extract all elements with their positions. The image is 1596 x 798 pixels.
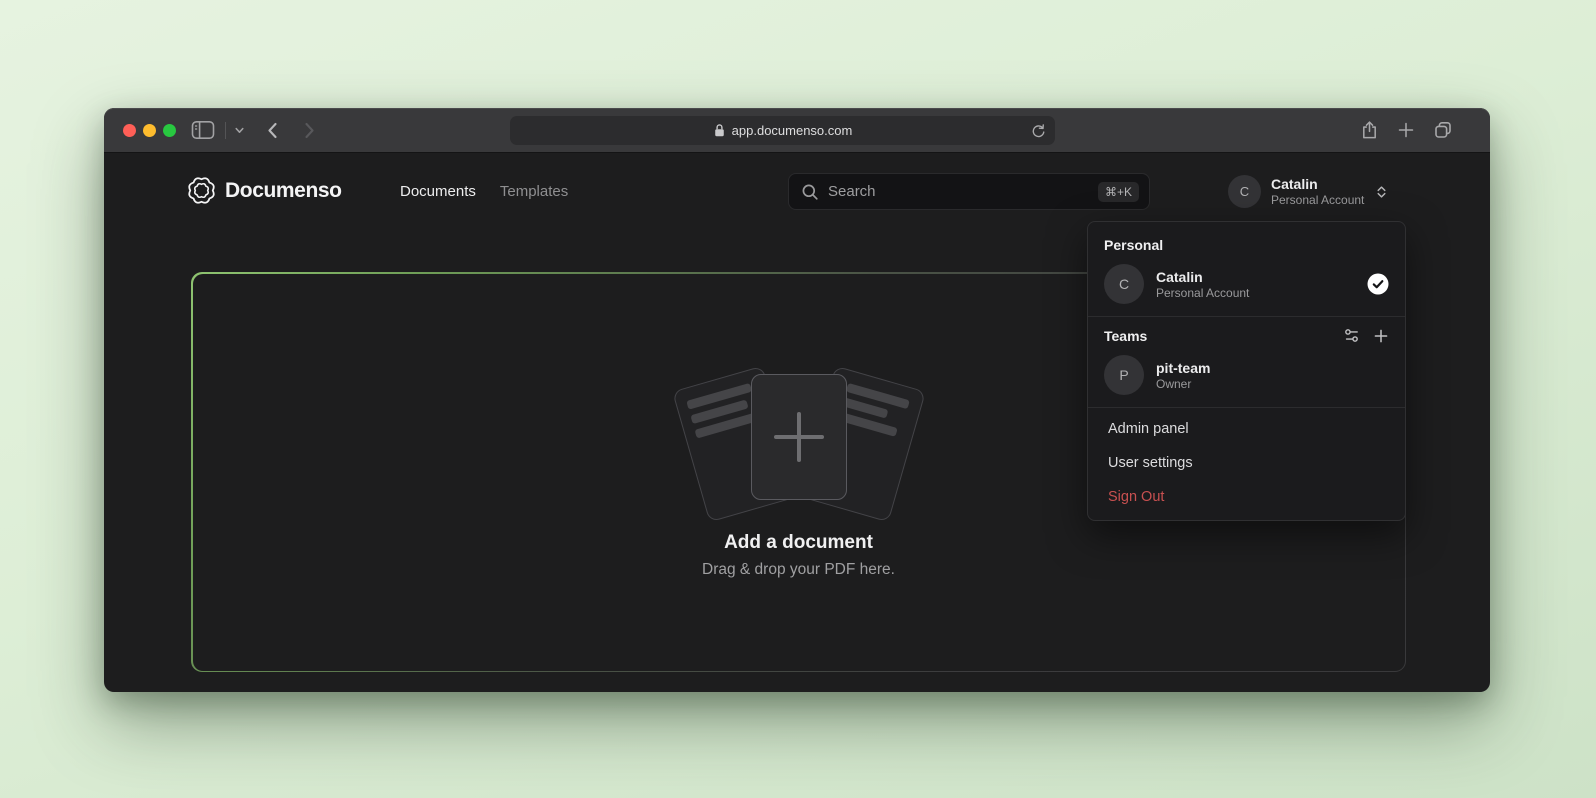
- account-name: Catalin: [1271, 176, 1364, 193]
- search-icon: [801, 183, 819, 201]
- address-bar[interactable]: app.documenso.com: [510, 116, 1055, 145]
- tab-group-chevron-button[interactable]: [231, 123, 247, 138]
- team-name: pit-team: [1156, 360, 1389, 377]
- personal-section-header: Personal: [1088, 231, 1405, 260]
- account-menu-trigger[interactable]: C Catalin Personal Account: [1228, 175, 1389, 208]
- personal-header-label: Personal: [1104, 237, 1163, 253]
- manage-teams-button[interactable]: [1343, 327, 1360, 344]
- add-document-plus-icon: [774, 412, 824, 462]
- brand-name: Documenso: [225, 179, 342, 203]
- teams-header-label: Teams: [1104, 328, 1147, 344]
- nav-link-templates[interactable]: Templates: [500, 183, 568, 200]
- zoom-window-button[interactable]: [163, 124, 176, 137]
- chevron-right-icon: [300, 121, 318, 140]
- share-button[interactable]: [1358, 119, 1380, 141]
- documenso-logo[interactable]: Documenso: [188, 177, 342, 204]
- reload-icon: [1030, 123, 1047, 140]
- plus-icon: [1373, 328, 1389, 344]
- minimize-window-button[interactable]: [143, 124, 156, 137]
- new-tab-button[interactable]: [1395, 119, 1417, 141]
- menu-item-admin-panel[interactable]: Admin panel: [1088, 412, 1405, 446]
- window-controls: [123, 124, 176, 137]
- tab-overview-button[interactable]: [1432, 119, 1454, 141]
- search-shortcut-badge: ⌘+K: [1098, 182, 1139, 202]
- personal-account-item[interactable]: C Catalin Personal Account: [1088, 260, 1405, 312]
- search-bar[interactable]: ⌘+K: [788, 173, 1150, 210]
- sidebar-toggle-button[interactable]: [190, 119, 216, 141]
- lock-icon: [713, 123, 726, 138]
- avatar: C: [1228, 175, 1261, 208]
- reload-button[interactable]: [1028, 121, 1048, 141]
- dropzone-title: Add a document: [193, 532, 1405, 554]
- chevrons-up-down-icon: [1374, 184, 1389, 200]
- team-item[interactable]: P pit-team Owner: [1088, 351, 1405, 403]
- share-icon: [1360, 120, 1379, 140]
- sliders-icon: [1343, 327, 1360, 344]
- chevron-left-icon: [264, 121, 282, 140]
- personal-account-name: Catalin: [1156, 269, 1355, 286]
- browser-window: app.documenso.com: [104, 108, 1490, 692]
- menu-item-user-settings[interactable]: User settings: [1088, 446, 1405, 480]
- menu-separator: [1088, 407, 1405, 408]
- avatar: P: [1104, 355, 1144, 395]
- avatar: C: [1104, 264, 1144, 304]
- chevron-down-icon: [233, 124, 246, 137]
- selected-check-icon: [1367, 273, 1389, 295]
- personal-account-subtitle: Personal Account: [1156, 286, 1355, 300]
- desktop-background: app.documenso.com: [0, 0, 1596, 798]
- account-subtitle: Personal Account: [1271, 193, 1364, 207]
- team-role: Owner: [1156, 377, 1389, 391]
- dropzone-subtitle: Drag & drop your PDF here.: [193, 561, 1405, 579]
- tab-overview-icon: [1433, 120, 1453, 140]
- teams-section-header: Teams: [1088, 321, 1405, 351]
- back-button[interactable]: [262, 120, 284, 141]
- menu-separator: [1088, 316, 1405, 317]
- nav-link-documents[interactable]: Documents: [400, 183, 476, 200]
- sidebar-icon: [191, 120, 215, 140]
- plus-icon: [1397, 121, 1415, 139]
- search-input[interactable]: [828, 183, 1089, 200]
- close-window-button[interactable]: [123, 124, 136, 137]
- menu-item-sign-out[interactable]: Sign Out: [1088, 480, 1405, 514]
- toolbar-divider: [225, 122, 226, 139]
- account-dropdown-menu: Personal C Catalin Personal Account Team…: [1087, 221, 1406, 521]
- main-navigation: Documents Templates: [400, 183, 568, 200]
- browser-toolbar[interactable]: app.documenso.com: [104, 108, 1490, 153]
- document-card-add: [751, 374, 847, 500]
- url-text: app.documenso.com: [732, 123, 853, 138]
- forward-button[interactable]: [298, 120, 320, 141]
- documenso-seal-icon: [188, 177, 215, 204]
- create-team-button[interactable]: [1373, 328, 1389, 344]
